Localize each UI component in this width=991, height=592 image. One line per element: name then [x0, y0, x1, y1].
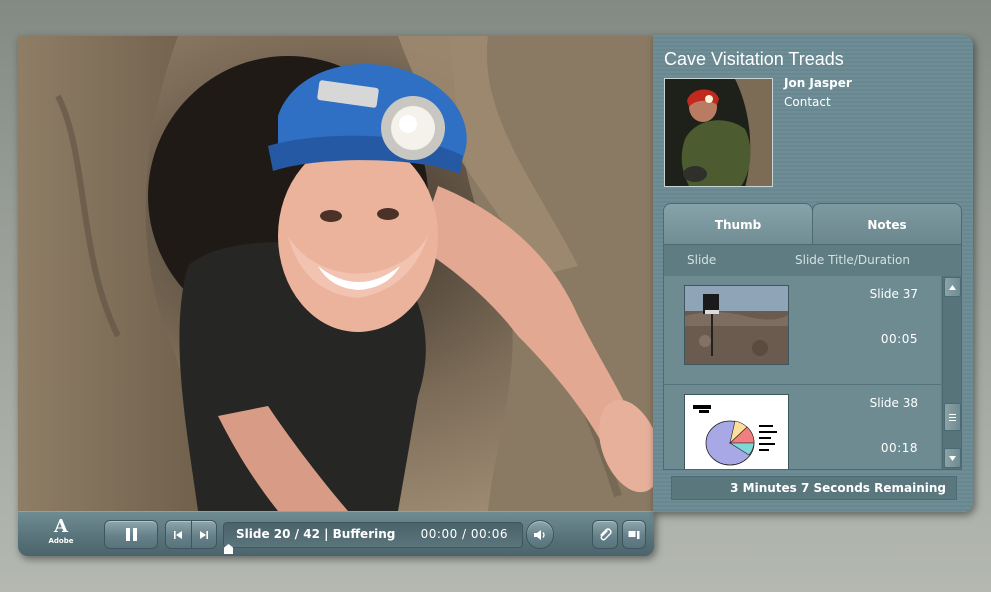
kiosk-thumbnail-image: [685, 286, 788, 364]
adobe-logo-word: Adobe: [48, 537, 74, 545]
speaker-icon: [534, 529, 545, 540]
slide-duration: 00:05: [880, 332, 918, 346]
time-remaining: 3 Minutes 7 Seconds Remaining: [671, 476, 957, 500]
previous-slide-button[interactable]: [166, 521, 191, 548]
slide-title: Slide 38: [869, 396, 918, 410]
presenter-photo: [664, 78, 773, 187]
presenter-photo-image: [665, 79, 772, 186]
adobe-logo-mark: A: [54, 516, 68, 537]
panel-toggle-icon: [628, 530, 640, 539]
tab-notes[interactable]: Notes: [812, 203, 962, 245]
presenter-name: Jon Jasper: [784, 76, 852, 90]
slide-list-header: Slide Slide Title/Duration: [664, 245, 961, 275]
progress-scrubber[interactable]: [224, 544, 233, 554]
slide-thumbnail: [684, 285, 789, 365]
slide-thumbnail: [684, 394, 789, 469]
course-title: Cave Visitation Treads: [664, 49, 844, 69]
attachment-button[interactable]: [592, 520, 618, 549]
pie-chart-thumbnail-image: [685, 395, 788, 469]
current-slide: [18, 36, 654, 511]
header-title-duration: Slide Title/Duration: [795, 253, 910, 267]
cave-slide-photo: [18, 36, 654, 511]
slide-navigation: [165, 520, 217, 549]
pause-icon: [125, 528, 137, 541]
paperclip-icon: [600, 527, 612, 540]
slide-title: Slide 37: [869, 287, 918, 301]
elapsed-time: 00:00 / 00:06: [420, 527, 508, 541]
header-slide: Slide: [687, 253, 717, 267]
contact-link[interactable]: Contact: [784, 95, 831, 109]
scroll-up-button[interactable]: [944, 277, 961, 297]
grip-icon: [949, 413, 956, 421]
slide-stage: A Adobe Slide 20 / 42 | Buffering 00:00 …: [18, 36, 654, 556]
slide-duration: 00:18: [880, 441, 918, 455]
slide-status: Slide 20 / 42 | Buffering: [236, 527, 396, 541]
side-panel: Cave Visitation Treads Jon Jasper Contac…: [653, 35, 973, 512]
slide-list-scrollbar[interactable]: [942, 276, 961, 469]
scroll-thumb[interactable]: [944, 403, 961, 431]
next-slide-icon: [199, 530, 208, 539]
adobe-logo: A Adobe: [46, 518, 76, 551]
pause-button[interactable]: [104, 520, 158, 549]
panel-toggle-button[interactable]: [622, 520, 646, 549]
slide-list-item[interactable]: Slide 37 00:05: [664, 276, 941, 385]
slide-list-item[interactable]: Slide 38 00:18: [664, 385, 941, 469]
arrow-up-icon: [949, 284, 956, 290]
next-slide-button[interactable]: [190, 521, 216, 548]
slide-list: Slide 37 00:05 Slide 38 00:18: [664, 276, 941, 469]
slide-list-panel: Slide Slide Title/Duration Slide 37 00:0…: [663, 244, 962, 470]
audio-button[interactable]: [526, 520, 554, 549]
playbar: A Adobe Slide 20 / 42 | Buffering 00:00 …: [18, 511, 654, 556]
progress-bar[interactable]: Slide 20 / 42 | Buffering 00:00 / 00:06: [223, 522, 523, 554]
arrow-down-icon: [949, 455, 956, 461]
previous-slide-icon: [174, 530, 183, 539]
tab-thumb[interactable]: Thumb: [663, 203, 813, 245]
scroll-down-button[interactable]: [944, 448, 961, 468]
